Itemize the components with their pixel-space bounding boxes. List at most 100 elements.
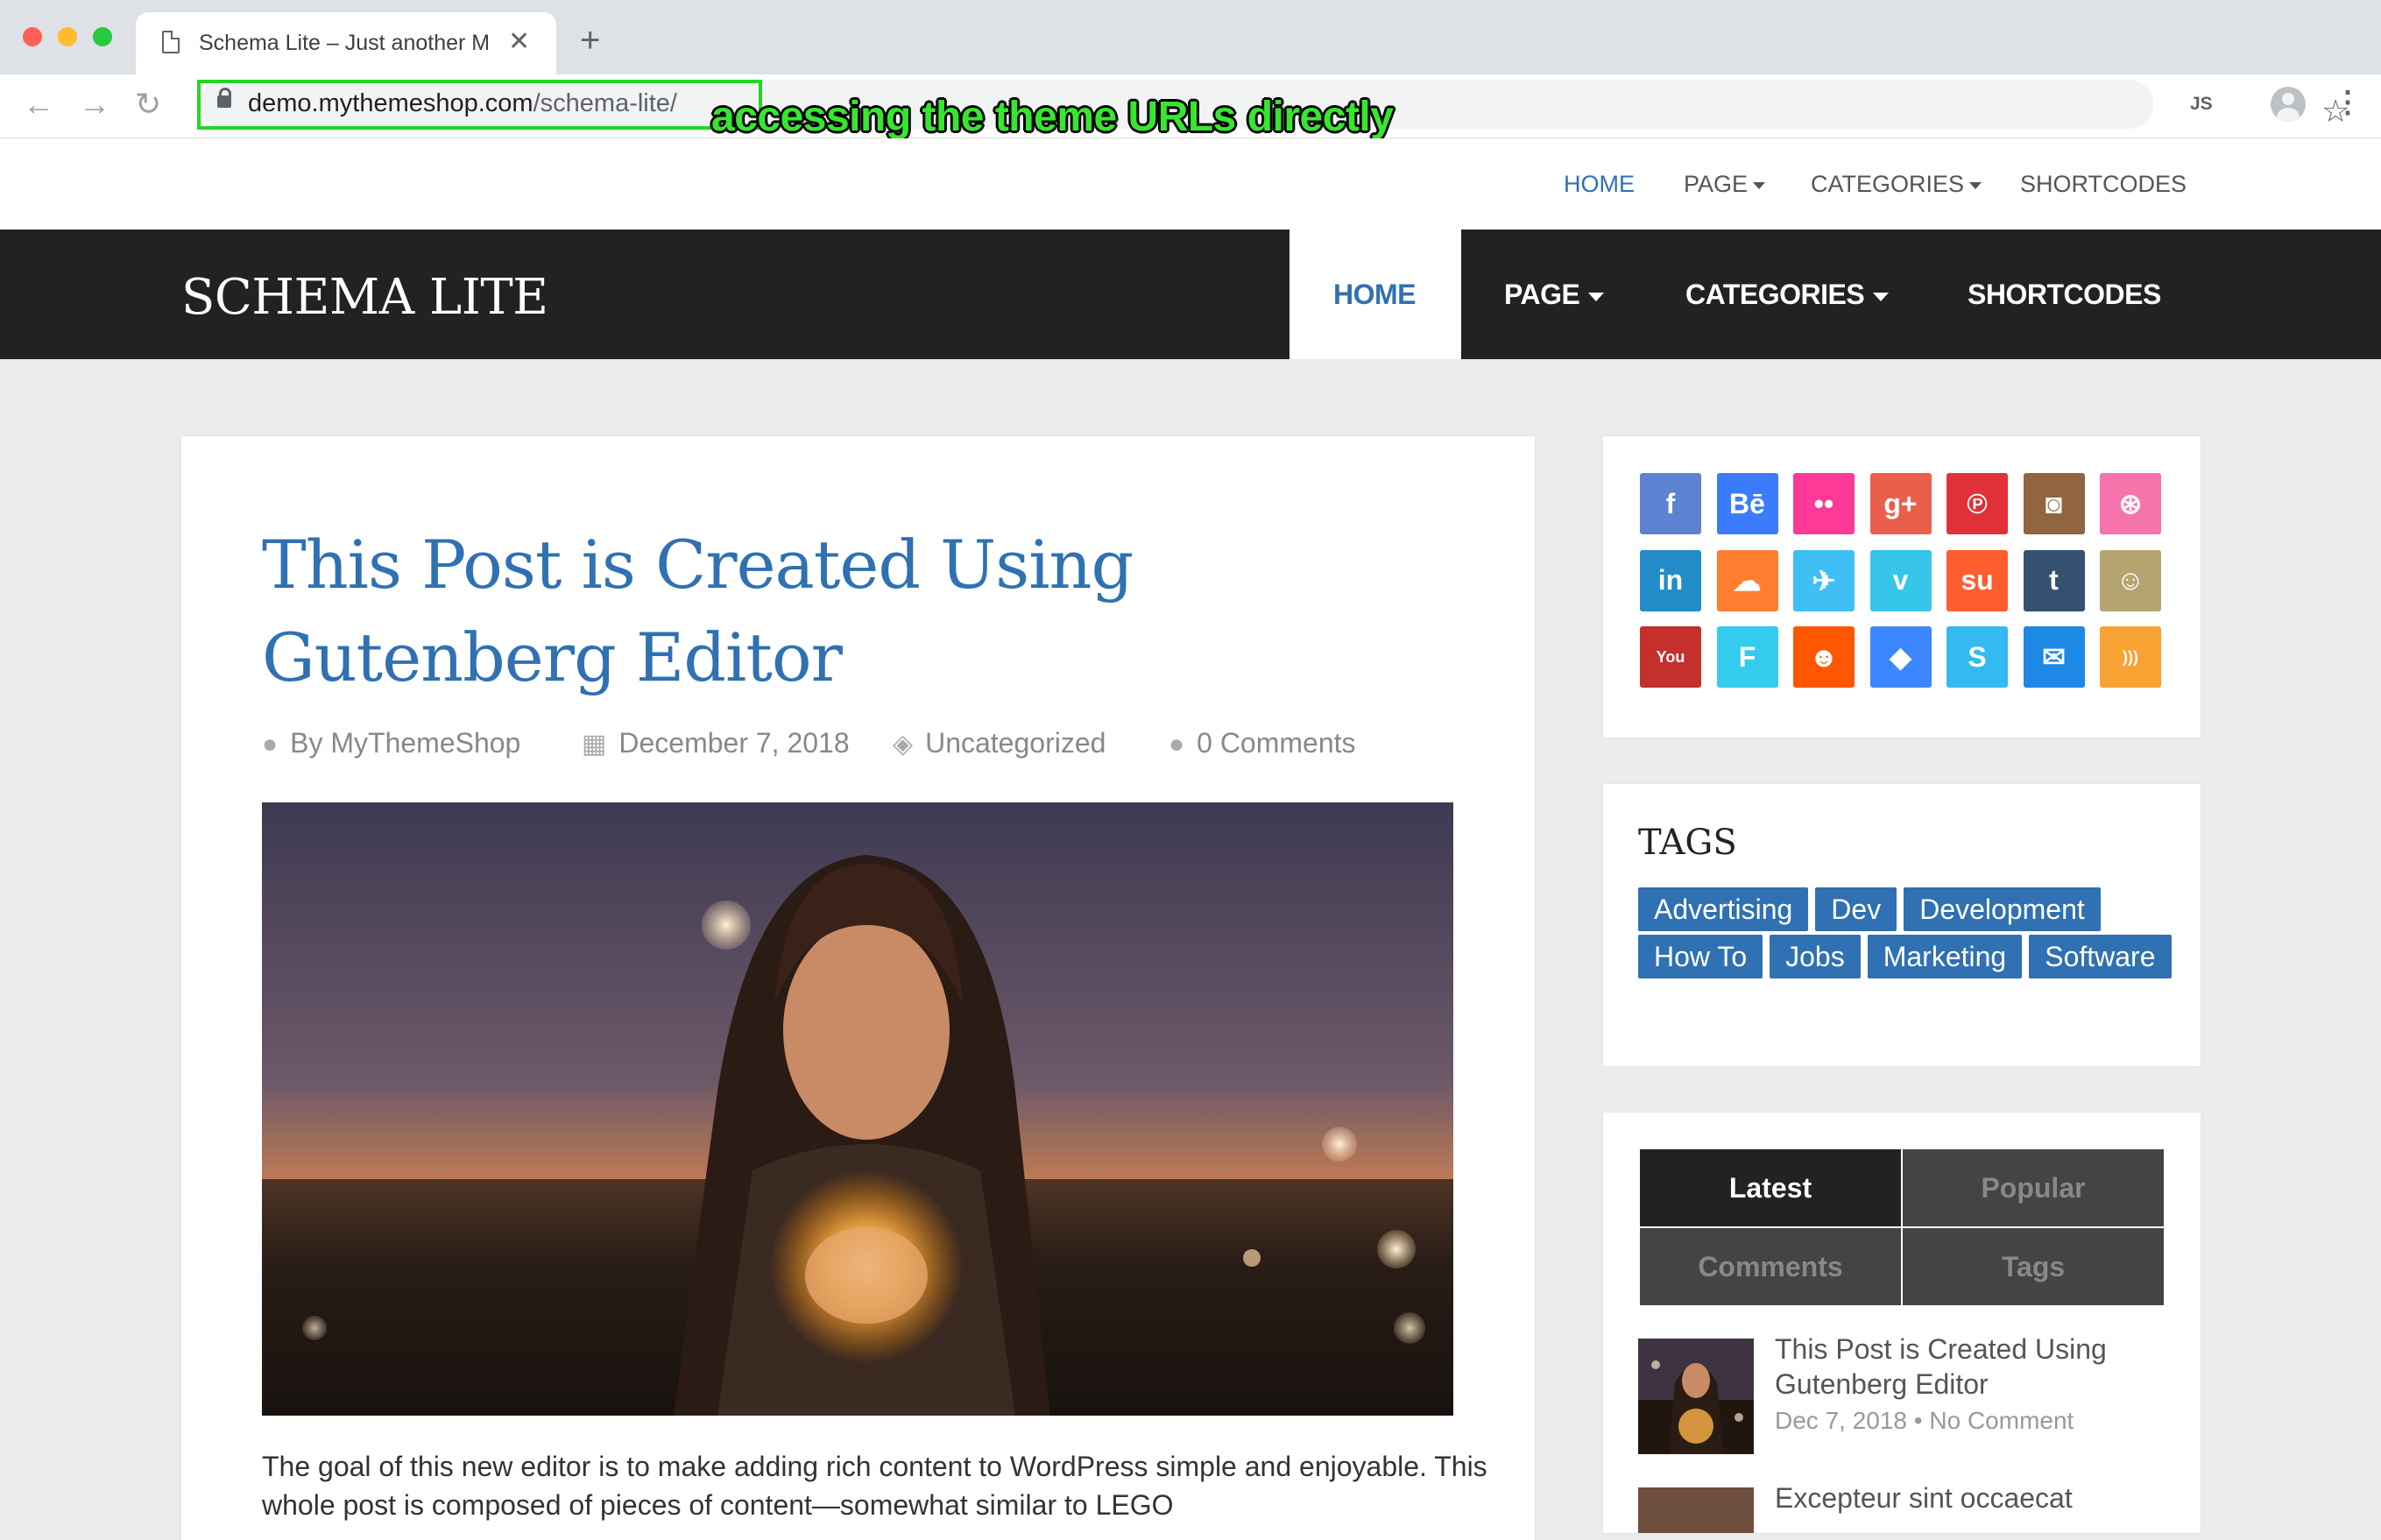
tag-advertising[interactable]: Advertising bbox=[1638, 887, 1809, 931]
top-navigation: HOME PAGE CATEGORIES SHORTCODES bbox=[0, 138, 2381, 230]
tumblr-icon[interactable]: t bbox=[2023, 549, 2085, 611]
post-title[interactable]: This Post is Created Using Gutenberg Edi… bbox=[262, 519, 1488, 704]
tab-comments[interactable]: Comments bbox=[1640, 1228, 1901, 1305]
extension-js-icon[interactable]: JS bbox=[2190, 91, 2213, 117]
tag-marketing[interactable]: Marketing bbox=[1867, 935, 2023, 978]
tab-popular[interactable]: Popular bbox=[1903, 1149, 2164, 1226]
pinterest-icon[interactable]: ℗ bbox=[1946, 473, 2008, 534]
stumbleupon-icon[interactable]: su bbox=[1946, 549, 2008, 611]
topnav-categories-label: CATEGORIES bbox=[1811, 171, 1965, 197]
tabs-widget: Latest Popular Comments Tags This Post i… bbox=[1603, 1113, 2201, 1533]
topnav-shortcodes-label: SHORTCODES bbox=[2020, 171, 2187, 197]
youtube-icon[interactable]: You bbox=[1640, 626, 1701, 688]
facebook-icon[interactable]: f bbox=[1640, 473, 1701, 534]
twitter-icon[interactable]: ✈ bbox=[1793, 549, 1855, 611]
google-plus-icon[interactable]: g+ bbox=[1869, 473, 1932, 534]
topnav-page-label: PAGE bbox=[1684, 171, 1749, 197]
caret-down-icon bbox=[1873, 292, 1890, 301]
featured-image[interactable] bbox=[262, 802, 1453, 1416]
featured-image-art bbox=[262, 802, 1453, 1416]
close-icon[interactable]: ✕ bbox=[508, 25, 530, 60]
dribbble-icon[interactable]: ⊛ bbox=[2100, 473, 2161, 534]
forward-icon[interactable]: → bbox=[79, 81, 110, 127]
minimize-window-button[interactable] bbox=[58, 27, 77, 46]
caret-down-icon bbox=[1588, 292, 1605, 301]
post-date: ▦ December 7, 2018 bbox=[582, 725, 850, 762]
mainnav-categories[interactable]: CATEGORIES bbox=[1685, 275, 1890, 314]
caret-down-icon bbox=[1753, 181, 1766, 189]
reddit-icon[interactable]: ☻ bbox=[1793, 626, 1855, 688]
post-article: This Post is Created Using Gutenberg Edi… bbox=[181, 436, 1535, 1540]
tag-list: Advertising Dev Development How To Jobs Marke… bbox=[1638, 887, 2181, 982]
mainnav-shortcodes[interactable]: SHORTCODES bbox=[1968, 275, 2161, 314]
document-icon bbox=[162, 31, 180, 53]
maximize-window-button[interactable] bbox=[93, 27, 112, 46]
recent-post-title[interactable]: This Post is Created Using Gutenberg Edi… bbox=[1775, 1332, 2160, 1402]
tab-title: Schema Lite – Just another My bbox=[199, 31, 488, 55]
reload-icon[interactable]: ↻ bbox=[135, 81, 161, 127]
recent-post-thumbnail[interactable] bbox=[1638, 1487, 1754, 1533]
social-icons-widget: f Bē •• g+ ℗ ◙ ⊛ in ☁ ✈ v su t ☺ You F ☻ ◆ S ✉))) bbox=[1603, 436, 2201, 738]
skype-icon[interactable]: S bbox=[1946, 626, 2008, 688]
recent-post-meta: Dec 7, 2018 • No Comment bbox=[1775, 1407, 2074, 1434]
annotation-caption: accessing the theme URLs directly bbox=[711, 94, 1394, 140]
topnav-categories[interactable]: CATEGORIES bbox=[1811, 169, 1982, 199]
topnav-home-label: HOME bbox=[1564, 171, 1635, 197]
mainnav-home-label: HOME bbox=[1333, 279, 1417, 310]
site-logo[interactable]: SCHEMA LITE bbox=[181, 270, 548, 326]
back-icon[interactable]: ← bbox=[23, 81, 54, 127]
email-icon[interactable]: ✉ bbox=[2023, 626, 2085, 688]
mainnav-categories-label: CATEGORIES bbox=[1685, 279, 1865, 310]
recent-post-comments[interactable]: No Comment bbox=[1929, 1407, 2074, 1434]
tab-tags[interactable]: Tags bbox=[1903, 1228, 2164, 1305]
tag-software[interactable]: Software bbox=[2029, 935, 2172, 978]
profile-avatar-icon[interactable] bbox=[2271, 87, 2306, 122]
post-author[interactable]: ● By MyThemeShop bbox=[262, 725, 520, 762]
tag-jobs[interactable]: Jobs bbox=[1770, 935, 1861, 978]
post-comments[interactable]: ● 0 Comments bbox=[1169, 725, 1356, 762]
topnav-home[interactable]: HOME bbox=[1564, 169, 1635, 199]
site-header: SCHEMA LITE HOME PAGE CATEGORIES SHORTCO… bbox=[0, 230, 2381, 359]
tags-widget: TAGS Advertising Dev Development How To Jobs… bbox=[1603, 784, 2201, 1066]
instagram-icon[interactable]: ◙ bbox=[2023, 473, 2085, 534]
github-icon[interactable]: ☺ bbox=[2100, 549, 2161, 611]
browser-menu-icon[interactable]: ⋮ bbox=[2333, 83, 2363, 122]
behance-icon[interactable]: Bē bbox=[1716, 473, 1778, 534]
soundcloud-icon[interactable]: ☁ bbox=[1716, 549, 1778, 611]
recent-post-date: Dec 7, 2018 bbox=[1775, 1407, 1907, 1434]
mainnav-page[interactable]: PAGE bbox=[1504, 275, 1605, 314]
rss-icon[interactable]: ))) bbox=[2100, 626, 2161, 688]
post-author-text: By MyThemeShop bbox=[290, 727, 521, 759]
flickr-icon[interactable]: •• bbox=[1793, 473, 1855, 534]
topnav-shortcodes[interactable]: SHORTCODES bbox=[2020, 169, 2187, 199]
topnav-page[interactable]: PAGE bbox=[1684, 169, 1766, 199]
tab-latest[interactable]: Latest bbox=[1640, 1149, 1901, 1226]
tag-development[interactable]: Development bbox=[1904, 887, 2101, 931]
close-window-button[interactable] bbox=[23, 27, 42, 46]
dropbox-icon[interactable]: ◆ bbox=[1869, 626, 1932, 688]
recent-post-item[interactable]: This Post is Created Using Gutenberg Edi… bbox=[1638, 1332, 2164, 1463]
url-highlight-box bbox=[197, 80, 762, 130]
tag-how-to[interactable]: How To bbox=[1638, 935, 1763, 978]
recent-post-title[interactable]: Excepteur sint occaecat bbox=[1775, 1480, 2160, 1515]
comment-icon: ● bbox=[1169, 730, 1185, 759]
vimeo-icon[interactable]: v bbox=[1869, 549, 1932, 611]
linkedin-icon[interactable]: in bbox=[1640, 549, 1701, 611]
browser-tab[interactable]: Schema Lite – Just another My ✕ bbox=[136, 12, 556, 74]
mainnav-home[interactable]: HOME bbox=[1289, 230, 1461, 359]
recent-post-thumbnail[interactable] bbox=[1638, 1339, 1754, 1454]
post-comments-text: 0 Comments bbox=[1197, 727, 1356, 759]
tag-dev[interactable]: Dev bbox=[1815, 887, 1897, 931]
mainnav-page-label: PAGE bbox=[1504, 279, 1580, 310]
foursquare-icon[interactable]: F bbox=[1716, 626, 1778, 688]
post-category[interactable]: ◈ Uncategorized bbox=[893, 725, 1106, 762]
user-icon: ● bbox=[262, 730, 279, 759]
tags-icon: ◈ bbox=[893, 730, 914, 759]
caret-down-icon bbox=[1969, 181, 1982, 189]
new-tab-button[interactable]: + bbox=[580, 19, 600, 61]
post-category-text: Uncategorized bbox=[925, 727, 1106, 759]
calendar-icon: ▦ bbox=[582, 730, 607, 759]
post-date-text: December 7, 2018 bbox=[618, 727, 850, 759]
post-excerpt: The goal of this new editor is to make a… bbox=[262, 1451, 1487, 1521]
recent-post-item[interactable]: Excepteur sint occaecat bbox=[1638, 1480, 2164, 1533]
